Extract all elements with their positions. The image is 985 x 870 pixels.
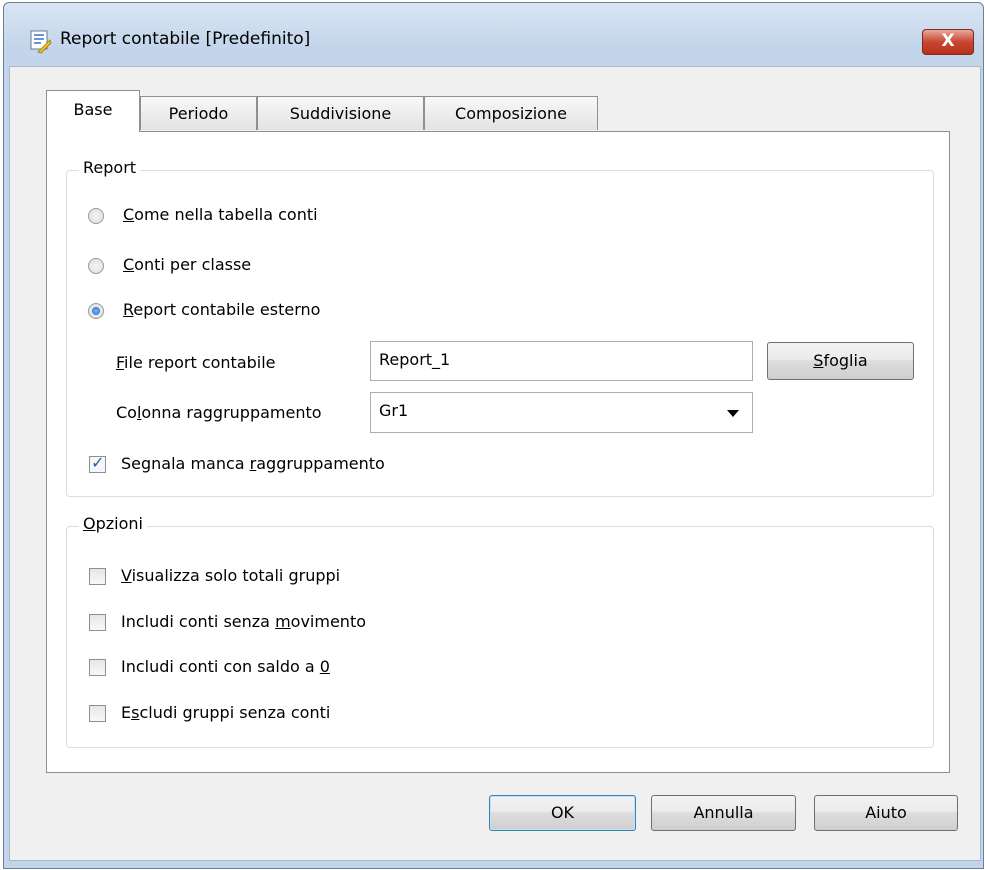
help-button[interactable]: Aiuto <box>814 795 958 831</box>
close-icon: X <box>941 31 955 51</box>
exclude-empty-groups-label[interactable]: Escludi gruppi senza conti <box>121 703 330 722</box>
radio-come-nella-tabella[interactable] <box>88 208 104 224</box>
ok-button[interactable]: OK <box>489 795 636 831</box>
signal-missing-group-checkbox[interactable]: ✓ <box>89 453 106 473</box>
show-group-totals-label[interactable]: Visualizza solo totali gruppi <box>121 566 340 585</box>
show-group-totals-checkbox[interactable] <box>89 568 106 585</box>
exclude-empty-groups-checkbox[interactable] <box>89 705 106 722</box>
report-group-legend: Report <box>79 158 141 177</box>
column-group-label: Colonna raggruppamento <box>116 403 322 422</box>
radio-label-report-esterno[interactable]: Report contabile esterno <box>123 300 320 319</box>
signal-missing-group-label[interactable]: Segnala manca raggruppamento <box>121 454 385 473</box>
checkmark-icon: ✓ <box>91 453 105 472</box>
radio-label-come-nella-tabella[interactable]: Come nella tabella conti <box>123 205 318 224</box>
include-no-movement-label[interactable]: Includi conti senza movimento <box>121 612 366 631</box>
radio-conti-per-classe[interactable] <box>88 258 104 274</box>
include-zero-balance-label[interactable]: Includi conti con saldo a 0 <box>121 657 330 676</box>
radio-label-conti-per-classe[interactable]: Conti per classe <box>123 255 251 274</box>
browse-button[interactable]: Sfoglia <box>767 342 914 380</box>
window-title: Report contabile [Predefinito] <box>60 29 311 49</box>
report-app-icon <box>30 30 52 54</box>
cancel-button[interactable]: Annulla <box>651 795 796 831</box>
close-button[interactable]: X <box>922 29 974 55</box>
file-report-label: File report contabile <box>116 353 276 372</box>
tab-composizione[interactable]: Composizione <box>424 96 598 130</box>
file-report-input[interactable]: Report_1 <box>370 341 753 381</box>
include-zero-balance-checkbox[interactable] <box>89 659 106 676</box>
tab-suddivisione[interactable]: Suddivisione <box>257 96 424 130</box>
radio-report-esterno[interactable] <box>88 303 104 319</box>
include-no-movement-checkbox[interactable] <box>89 614 106 631</box>
column-group-select[interactable]: Gr1 <box>370 392 753 433</box>
tab-base[interactable]: Base <box>46 90 140 132</box>
chevron-down-icon <box>727 410 739 417</box>
tab-periodo[interactable]: Periodo <box>140 96 257 130</box>
options-group-legend: Opzioni <box>79 514 147 533</box>
